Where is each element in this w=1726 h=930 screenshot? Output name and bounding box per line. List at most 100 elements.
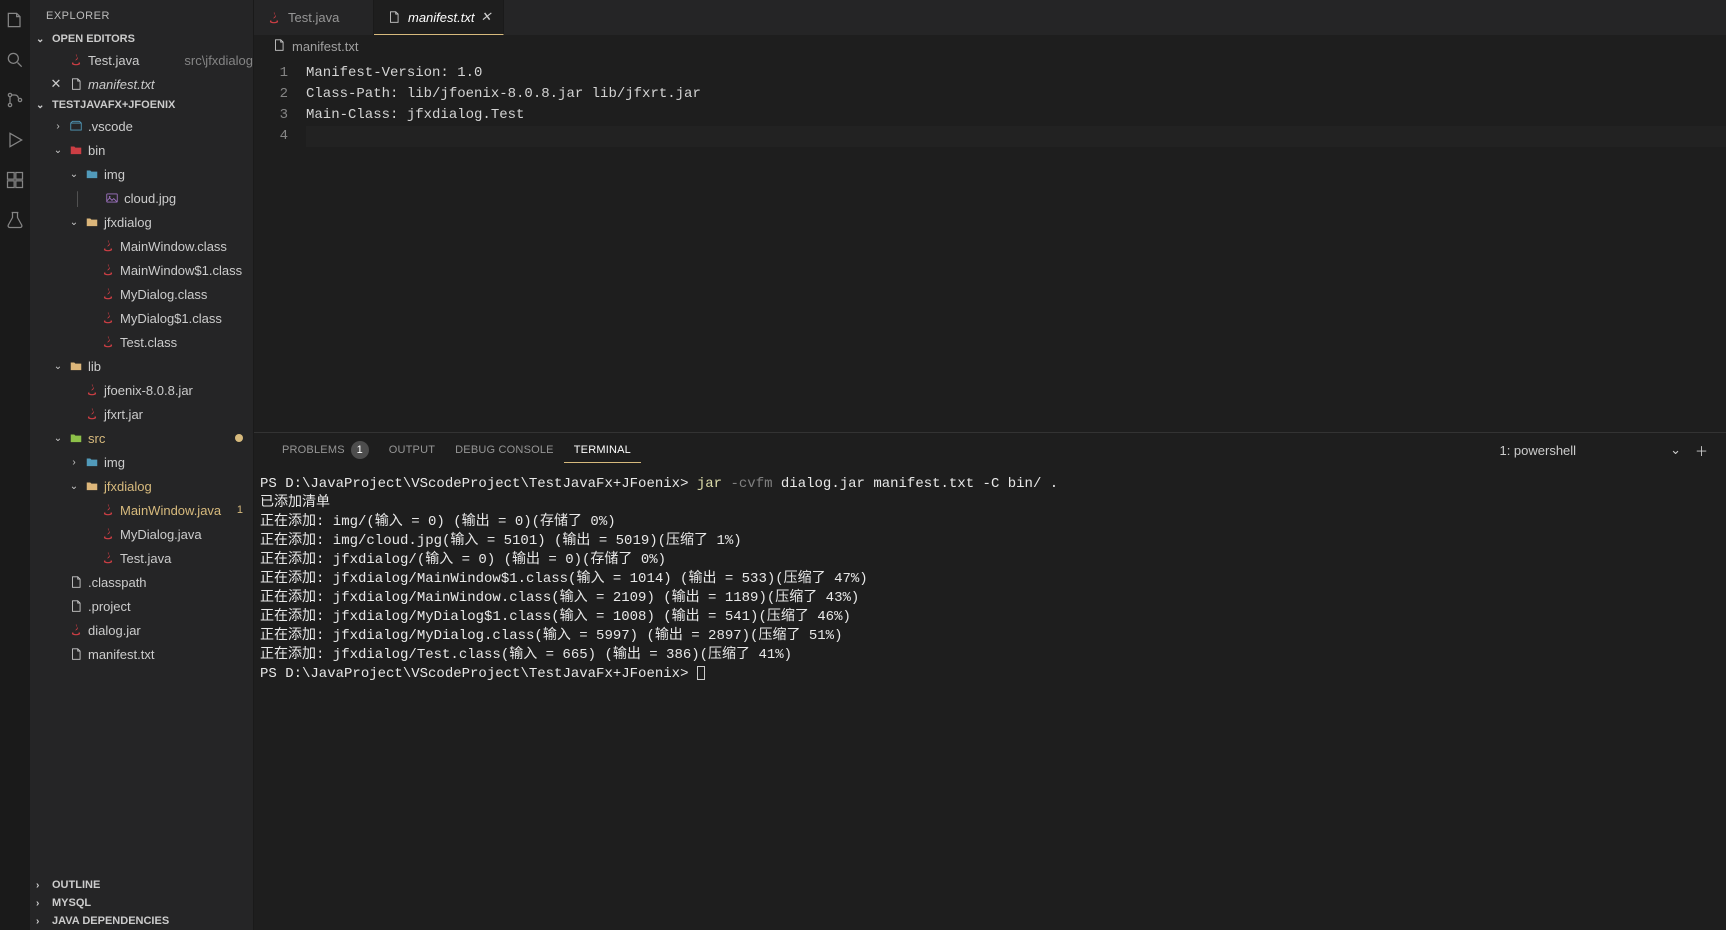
tree-item[interactable]: ⌄bin — [30, 138, 253, 162]
open-editors-list: Test.javasrc\jfxdialog ✕ manifest.txt — [30, 48, 253, 96]
tree-item[interactable]: MyDialog.java — [30, 522, 253, 546]
tree-item[interactable]: ⌄ src — [30, 426, 253, 450]
open-editors-header[interactable]: ⌄ OPEN EDITORS — [30, 30, 253, 48]
tab-label: Test.java — [288, 10, 339, 25]
tree-item[interactable]: dialog.jar — [30, 618, 253, 642]
tree-label: .classpath — [88, 575, 253, 590]
cursor — [697, 666, 705, 680]
tree-item[interactable]: ⌄jfxdialog — [30, 210, 253, 234]
editor-tab[interactable]: Test.java — [254, 0, 374, 35]
editor[interactable]: 1234 Manifest-Version: 1.0Class-Path: li… — [254, 57, 1726, 432]
panel-tab-label: TERMINAL — [574, 444, 631, 456]
tree-item[interactable]: .project — [30, 594, 253, 618]
tree-item[interactable]: › .vscode — [30, 114, 253, 138]
tree-label: MyDialog$1.class — [120, 311, 253, 326]
file-label: Test.java — [88, 53, 174, 68]
code-content[interactable]: Manifest-Version: 1.0Class-Path: lib/jfo… — [306, 63, 1726, 432]
tree-label: Test.class — [120, 335, 253, 350]
tree-item[interactable]: MainWindow.java1 — [30, 498, 253, 522]
panel-tabs: PROBLEMS 1 OUTPUTDEBUG CONSOLE TERMINAL 1: … — [254, 433, 1726, 467]
panel-tab[interactable]: TERMINAL — [564, 438, 641, 463]
problem-badge: 1 — [237, 504, 243, 516]
extensions-icon[interactable] — [3, 168, 27, 192]
chevron-icon[interactable]: ⌄ — [68, 169, 80, 180]
tree-label: Test.java — [120, 551, 253, 566]
tree-label: jfxrt.jar — [104, 407, 253, 422]
file-tree: ›.vscode⌄bin⌄img│cloud.jpg⌄jfxdialogMain… — [30, 114, 253, 876]
chevron-icon[interactable]: ⌄ — [52, 145, 64, 156]
tab-label: manifest.txt — [408, 10, 474, 25]
panel-tab[interactable]: PROBLEMS 1 — [272, 435, 379, 465]
main-area: Test.java manifest.txt ✕ manifest.txt 1234… — [254, 0, 1726, 930]
section-header[interactable]: ›MYSQL — [30, 894, 253, 912]
tree-label: img — [104, 455, 253, 470]
sidebar-bottom-sections: ›OUTLINE›MYSQL›JAVA DEPENDENCIES — [30, 876, 253, 930]
bottom-panel: PROBLEMS 1 OUTPUTDEBUG CONSOLE TERMINAL 1: … — [254, 432, 1726, 930]
problems-count: 1 — [351, 441, 369, 459]
tree-label: MainWindow.class — [120, 239, 253, 254]
panel-tab-label: PROBLEMS — [282, 444, 345, 456]
gutter: 1234 — [254, 63, 306, 432]
chevron-icon[interactable]: ⌄ — [68, 481, 80, 492]
close-icon[interactable]: ✕ — [480, 9, 491, 25]
tree-item[interactable]: │cloud.jpg — [30, 186, 253, 210]
open-editor-item[interactable]: ✕ manifest.txt — [30, 72, 253, 96]
open-editor-item[interactable]: Test.javasrc\jfxdialog — [30, 48, 253, 72]
tree-item[interactable]: manifest.txt — [30, 642, 253, 666]
section-label: OUTLINE — [52, 879, 100, 891]
tree-item[interactable]: jfxrt.jar — [30, 402, 253, 426]
tree-label: .vscode — [88, 119, 253, 134]
section-header[interactable]: ›JAVA DEPENDENCIES — [30, 912, 253, 930]
tree-item[interactable]: ⌄lib — [30, 354, 253, 378]
terminal-selector[interactable]: 1: powershell — [1499, 443, 1656, 458]
tree-item[interactable]: MyDialog.class — [30, 282, 253, 306]
panel-tab[interactable]: OUTPUT — [379, 438, 445, 462]
chevron-icon[interactable]: › — [68, 457, 80, 468]
section-label: MYSQL — [52, 897, 91, 909]
section-label: JAVA DEPENDENCIES — [52, 915, 169, 927]
tree-item[interactable]: MyDialog$1.class — [30, 306, 253, 330]
explorer-title: EXPLORER — [30, 0, 253, 30]
tree-label: dialog.jar — [88, 623, 253, 638]
tree-item[interactable]: ⌄ jfxdialog — [30, 474, 253, 498]
chevron-down-icon[interactable]: ⌄ — [1670, 442, 1681, 458]
tree-item[interactable]: › img — [30, 450, 253, 474]
source-control-icon[interactable] — [3, 88, 27, 112]
tree-item[interactable]: jfoenix-8.0.8.jar — [30, 378, 253, 402]
tree-item[interactable]: Test.class — [30, 330, 253, 354]
tree-label: jfxdialog — [104, 479, 253, 494]
tree-item[interactable]: .classpath — [30, 570, 253, 594]
tree-item[interactable]: Test.java — [30, 546, 253, 570]
tree-label: MainWindow$1.class — [120, 263, 253, 278]
terminal[interactable]: PS D:\JavaProject\VScodeProject\TestJava… — [254, 467, 1726, 930]
tree-label: src — [88, 431, 231, 446]
debug-icon[interactable] — [3, 128, 27, 152]
tree-label: jfoenix-8.0.8.jar — [104, 383, 253, 398]
chevron-icon[interactable]: ⌄ — [68, 217, 80, 228]
panel-actions: 1: powershell ⌄ ＋ — [1499, 441, 1708, 460]
panel-tab[interactable]: DEBUG CONSOLE — [445, 438, 564, 462]
file-icon — [272, 38, 286, 55]
section-header[interactable]: ›OUTLINE — [30, 876, 253, 894]
close-icon[interactable]: ✕ — [48, 76, 64, 92]
tree-item[interactable]: MainWindow.class — [30, 234, 253, 258]
editor-tabs: Test.java manifest.txt ✕ — [254, 0, 1726, 35]
tree-label: manifest.txt — [88, 647, 253, 662]
project-header[interactable]: ⌄ TESTJAVAFX+JFOENIX — [30, 96, 253, 114]
search-icon[interactable] — [3, 48, 27, 72]
file-label: manifest.txt — [88, 77, 253, 92]
breadcrumb[interactable]: manifest.txt — [254, 35, 1726, 57]
breadcrumb-label: manifest.txt — [292, 39, 358, 54]
tree-item[interactable]: ⌄ img — [30, 162, 253, 186]
editor-tab[interactable]: manifest.txt ✕ — [374, 0, 504, 35]
chevron-icon[interactable]: ⌄ — [52, 361, 64, 372]
open-editors-label: OPEN EDITORS — [52, 33, 135, 45]
tree-label: img — [104, 167, 253, 182]
chevron-icon[interactable]: › — [52, 121, 64, 132]
beaker-icon[interactable] — [3, 208, 27, 232]
tree-label: MyDialog.class — [120, 287, 253, 302]
tree-item[interactable]: MainWindow$1.class — [30, 258, 253, 282]
files-icon[interactable] — [3, 8, 27, 32]
chevron-icon[interactable]: ⌄ — [52, 433, 64, 444]
new-terminal-icon[interactable]: ＋ — [1695, 441, 1708, 460]
